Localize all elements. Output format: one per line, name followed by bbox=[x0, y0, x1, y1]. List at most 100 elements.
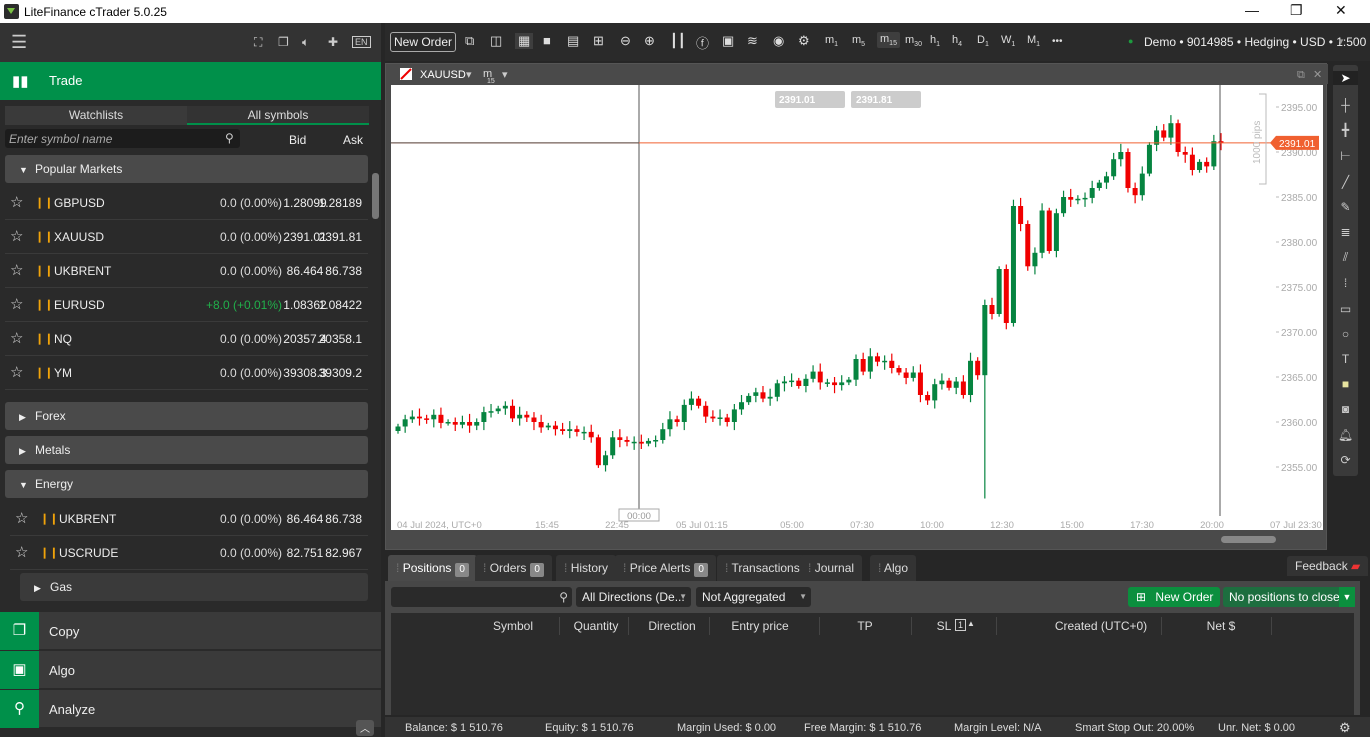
star-icon[interactable]: ☆ bbox=[10, 288, 23, 322]
collapse-up-button[interactable]: ︿ bbox=[356, 720, 374, 736]
nav-algo[interactable]: ▣ Algo bbox=[0, 651, 381, 689]
group-forex[interactable]: ▶ Forex bbox=[5, 402, 368, 430]
layout-icon[interactable]: ◫ bbox=[490, 33, 502, 49]
tab-transactions[interactable]: ⁞ Transactions bbox=[717, 555, 808, 581]
timeframe-m5[interactable]: m5 bbox=[852, 34, 865, 48]
symbol-ask[interactable]: 86.738 bbox=[325, 502, 362, 536]
positions-search-input[interactable]: ⚲ bbox=[391, 587, 572, 607]
column-header[interactable]: Symbol bbox=[493, 619, 533, 633]
symbol-ask[interactable]: 82.967 bbox=[325, 536, 362, 570]
symbol-ask[interactable]: 39309.2 bbox=[319, 356, 362, 390]
minimize-button[interactable]: — bbox=[1245, 2, 1259, 18]
chart-icon[interactable]: ⧉ bbox=[465, 33, 474, 49]
symbol-row[interactable]: ☆ ❙❙ UKBRENT 0.0 (0.00%) 86.464 86.738 bbox=[5, 254, 368, 288]
timeframe-h1[interactable]: h1 bbox=[930, 34, 940, 48]
zoom-in-icon[interactable]: ⊕ bbox=[644, 33, 655, 49]
star-icon[interactable]: ☆ bbox=[10, 322, 23, 356]
direction-dropdown[interactable]: All Directions (De... ▼ bbox=[576, 587, 691, 607]
cursor-icon[interactable]: ➤ bbox=[1333, 71, 1358, 85]
facebook-icon[interactable]: ⓕ bbox=[696, 33, 709, 52]
settings-gear-icon[interactable]: ⚙ bbox=[1339, 720, 1351, 736]
close-window-button[interactable]: ✕ bbox=[1335, 2, 1347, 19]
single-layout-icon[interactable]: ■ bbox=[543, 33, 551, 48]
symbol-ask[interactable]: 1.28189 bbox=[319, 186, 362, 220]
language-button[interactable]: EN bbox=[352, 36, 371, 48]
crosshair-detail-icon[interactable]: ╋ bbox=[1333, 123, 1358, 137]
symbol-row[interactable]: ☆ ❙❙ UKBRENT 0.0 (0.00%) 86.464 86.738 bbox=[10, 502, 368, 536]
search-icon[interactable]: ⚲ bbox=[225, 131, 234, 145]
measure-icon[interactable]: ⊢ bbox=[1333, 149, 1358, 163]
timeframe-M1[interactable]: M1 bbox=[1027, 34, 1040, 48]
add-chart-icon[interactable]: ⊞ bbox=[593, 33, 604, 49]
symbol-row[interactable]: ☆ ❙❙ USCRUDE 0.0 (0.00%) 82.751 82.967 bbox=[10, 536, 368, 570]
column-header[interactable]: Entry price bbox=[731, 619, 788, 633]
tab-history[interactable]: ⁞ History bbox=[556, 555, 617, 581]
nav-copy[interactable]: ❐ Copy bbox=[0, 612, 381, 650]
more-icon[interactable]: ••• bbox=[1052, 36, 1063, 47]
symbol-ask[interactable]: 20358.1 bbox=[319, 322, 362, 356]
maximize-button[interactable]: ❐ bbox=[1290, 2, 1303, 19]
group-energy[interactable]: ▼ Energy bbox=[5, 470, 368, 498]
new-order-button[interactable]: New Order bbox=[390, 32, 456, 52]
symbol-ask[interactable]: 1.08422 bbox=[319, 288, 362, 322]
eye-icon[interactable]: ◉ bbox=[773, 33, 784, 49]
symbol-row[interactable]: ☆ ❙❙ GBPUSD 0.0 (0.00%) 1.28099 1.28189 bbox=[5, 186, 368, 220]
layers-icon[interactable]: ≋ bbox=[747, 33, 758, 49]
account-info[interactable]: Demo • 9014985 • Hedging • USD • 1:500 bbox=[1144, 35, 1366, 49]
split-layout-icon[interactable]: ▤ bbox=[567, 33, 579, 49]
symbol-ask[interactable]: 86.738 bbox=[325, 254, 362, 288]
windows-icon[interactable]: ❐ bbox=[278, 35, 289, 49]
timeframe-W1[interactable]: W1 bbox=[1001, 34, 1015, 48]
sound-icon[interactable]: 🔈︎ bbox=[302, 35, 309, 50]
replay-icon[interactable]: ⟳ bbox=[1333, 453, 1358, 467]
column-header[interactable]: TP bbox=[857, 619, 872, 633]
rectangle-icon[interactable]: ▭ bbox=[1333, 302, 1358, 316]
star-icon[interactable]: ☆ bbox=[10, 186, 23, 220]
chart-settings-icon[interactable]: ⚙ bbox=[798, 33, 810, 49]
nav-analyze[interactable]: ⚲ Analyze bbox=[0, 690, 381, 728]
tab-positions[interactable]: ⁞ Positions 0 bbox=[388, 555, 477, 581]
star-icon[interactable]: ☆ bbox=[15, 536, 28, 570]
pencil-icon[interactable]: ✎ bbox=[1333, 200, 1358, 214]
close-positions-button[interactable]: No positions to close ▼ bbox=[1223, 587, 1355, 607]
symbol-row[interactable]: ☆ ❙❙ YM 0.0 (0.00%) 39308.3 39309.2 bbox=[5, 356, 368, 390]
symbol-ask[interactable]: 2391.81 bbox=[319, 220, 362, 254]
timeframe-h4[interactable]: h4 bbox=[952, 34, 962, 48]
timeframe-m30[interactable]: m30 bbox=[905, 34, 922, 48]
tab-all-symbols[interactable]: All symbols bbox=[187, 106, 369, 125]
circle-icon[interactable]: ○ bbox=[1333, 327, 1358, 341]
star-icon[interactable]: ☆ bbox=[10, 254, 23, 288]
symbol-bid[interactable]: 86.464 bbox=[287, 254, 324, 288]
star-icon[interactable]: ☆ bbox=[10, 356, 23, 390]
fullscreen-icon[interactable]: ⛶ bbox=[254, 35, 262, 50]
tab-algo[interactable]: ⁞ Algo bbox=[870, 555, 917, 581]
account-dropdown-icon[interactable]: ▼ bbox=[1337, 37, 1345, 46]
symbol-row[interactable]: ☆ ❙❙ XAUUSD 0.0 (0.00%) 2391.01 2391.81 bbox=[5, 220, 368, 254]
tab-orders[interactable]: ⁞ Orders 0 bbox=[475, 555, 552, 581]
group-popular-markets[interactable]: ▼ Popular Markets bbox=[5, 155, 368, 183]
star-icon[interactable]: ☆ bbox=[15, 502, 28, 536]
grid-layout-icon[interactable]: ▦ bbox=[515, 33, 534, 49]
chart-canvas[interactable]: XAUUSD ▾ m15▾ ⧉ ✕2395.002390.002385.002380.0… bbox=[386, 64, 1328, 551]
pitchfork-icon[interactable]: ⫽ bbox=[1333, 250, 1358, 265]
text-icon[interactable]: T bbox=[1333, 352, 1358, 366]
column-header[interactable]: SL bbox=[937, 619, 952, 633]
new-order-bottom-button[interactable]: ⊞ New Order bbox=[1128, 587, 1220, 607]
close-chart-icon[interactable]: ✕ bbox=[1313, 69, 1322, 81]
tab-journal[interactable]: ⁞ Journal bbox=[800, 555, 863, 581]
chart-type-icon[interactable]: ┃┃ bbox=[670, 33, 686, 49]
symbol-bid[interactable]: 86.464 bbox=[287, 502, 324, 536]
symbol-search-input[interactable]: Enter symbol name bbox=[5, 129, 240, 148]
detach-icon[interactable]: ⧉ bbox=[1297, 69, 1305, 81]
chart-scrollbar-thumb[interactable] bbox=[1221, 536, 1276, 543]
column-header[interactable]: Direction bbox=[648, 619, 695, 633]
chevron-down-icon[interactable]: ▼ bbox=[1339, 587, 1355, 607]
column-header[interactable]: Net $ bbox=[1207, 619, 1236, 633]
fibonacci-icon[interactable]: ≣ bbox=[1333, 225, 1358, 239]
timeframe-m1[interactable]: m1 bbox=[825, 34, 838, 48]
column-header[interactable]: Created (UTC+0) bbox=[1055, 619, 1147, 633]
timeframe-m15[interactable]: m15 bbox=[877, 32, 900, 49]
plugin-icon[interactable]: ✚ bbox=[328, 35, 338, 49]
feedback-button[interactable]: Feedback ▰ bbox=[1287, 556, 1369, 576]
star-icon[interactable]: ☆ bbox=[10, 220, 23, 254]
